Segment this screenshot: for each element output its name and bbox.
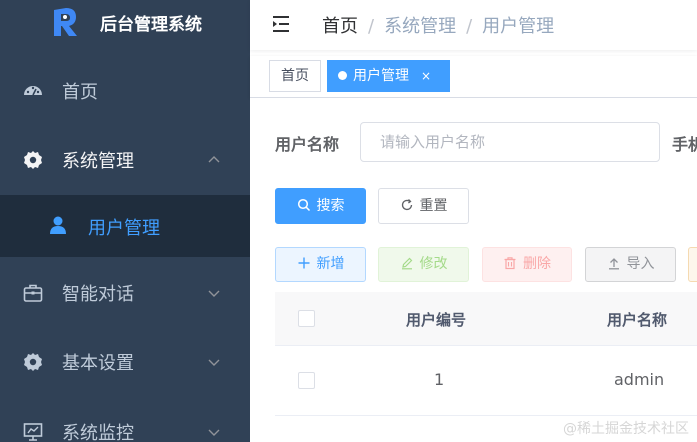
search-button-label: 搜索	[316, 198, 345, 214]
sidebar-item-system[interactable]: 系统管理	[0, 128, 250, 192]
breadcrumb-separator: /	[368, 16, 375, 37]
edit-icon	[400, 256, 414, 270]
app-title: 后台管理系统	[100, 15, 202, 35]
gear-icon	[22, 149, 44, 171]
phone-label: 手机	[672, 135, 697, 154]
sidebar-item-home[interactable]: 首页	[0, 59, 250, 123]
row-checkbox[interactable]	[298, 372, 315, 389]
sidebar-item-label: 首页	[62, 82, 98, 103]
chevron-down-icon	[206, 285, 222, 301]
sidebar-item-label: 系统管理	[62, 151, 134, 172]
reset-button-label: 重置	[419, 198, 448, 214]
select-all-checkbox[interactable]	[298, 310, 315, 327]
breadcrumb-system: 系统管理	[384, 16, 457, 37]
logo-icon	[50, 6, 80, 38]
logo[interactable]: 后台管理系统	[0, 0, 250, 46]
plus-icon	[297, 256, 311, 270]
delete-button[interactable]: 删除	[482, 247, 572, 282]
dashboard-icon	[22, 80, 44, 102]
import-button-label: 导入	[626, 256, 655, 272]
edit-button-label: 修改	[419, 256, 448, 272]
chevron-down-icon	[206, 354, 222, 370]
upload-icon	[607, 256, 621, 270]
add-button-label: 新增	[316, 256, 345, 272]
user-icon	[48, 215, 68, 235]
cell-id: 1	[434, 370, 445, 389]
main-content: 用户名称 手机 搜索 重置 新增 修改 删除 导入 用户编号 用户名称 1 ad…	[250, 98, 697, 442]
username-input[interactable]	[360, 122, 660, 162]
table-header: 用户编号 用户名称	[275, 292, 697, 346]
column-header-id: 用户编号	[406, 311, 467, 329]
sidebar-item-label: 用户管理	[88, 218, 160, 239]
briefcase-icon	[22, 282, 44, 304]
sidebar-item-user-management[interactable]: 用户管理	[0, 195, 250, 257]
breadcrumb-separator: /	[466, 16, 473, 37]
breadcrumb: 首页 / 系统管理 / 用户管理	[322, 12, 554, 38]
table-row[interactable]: 1 admin	[275, 346, 697, 416]
add-button[interactable]: 新增	[275, 247, 366, 282]
search-button[interactable]: 搜索	[275, 188, 366, 224]
breadcrumb-current: 用户管理	[482, 16, 555, 37]
close-icon[interactable]: ×	[421, 61, 431, 91]
monitor-icon	[22, 421, 44, 442]
export-button[interactable]	[688, 247, 697, 282]
active-dot-icon	[338, 71, 347, 80]
username-label: 用户名称	[275, 135, 340, 154]
tag-label: 首页	[281, 68, 309, 84]
breadcrumb-home[interactable]: 首页	[322, 12, 358, 38]
watermark: @稀土掘金技术社区	[563, 421, 689, 437]
import-button[interactable]: 导入	[585, 247, 676, 282]
tags-view: 首页 用户管理 ×	[250, 56, 697, 98]
gear-icon	[22, 351, 44, 373]
navbar: 首页 / 系统管理 / 用户管理	[250, 0, 697, 50]
tag-user-management[interactable]: 用户管理 ×	[327, 60, 450, 92]
trash-icon	[503, 256, 517, 270]
chevron-down-icon	[206, 424, 222, 440]
chevron-up-icon	[206, 152, 222, 168]
sidebar-item-monitor[interactable]: 系统监控	[0, 400, 250, 442]
sidebar-item-label: 系统监控	[62, 423, 134, 442]
delete-button-label: 删除	[523, 256, 551, 272]
sidebar: 后台管理系统 首页 系统管理 用户管理 智能对话 基本设置 系统监控	[0, 0, 250, 442]
cell-username: admin	[614, 370, 665, 389]
hamburger-icon[interactable]	[270, 12, 294, 36]
tag-label: 用户管理	[353, 68, 409, 84]
reset-button[interactable]: 重置	[378, 188, 469, 224]
column-header-username: 用户名称	[607, 311, 668, 329]
refresh-icon	[400, 198, 414, 212]
edit-button[interactable]: 修改	[378, 247, 469, 282]
sidebar-item-settings[interactable]: 基本设置	[0, 330, 250, 394]
sidebar-item-label: 基本设置	[62, 353, 134, 374]
search-icon	[297, 198, 311, 212]
sidebar-item-chat[interactable]: 智能对话	[0, 261, 250, 325]
tag-home[interactable]: 首页	[269, 60, 321, 92]
sidebar-item-label: 智能对话	[62, 284, 134, 305]
